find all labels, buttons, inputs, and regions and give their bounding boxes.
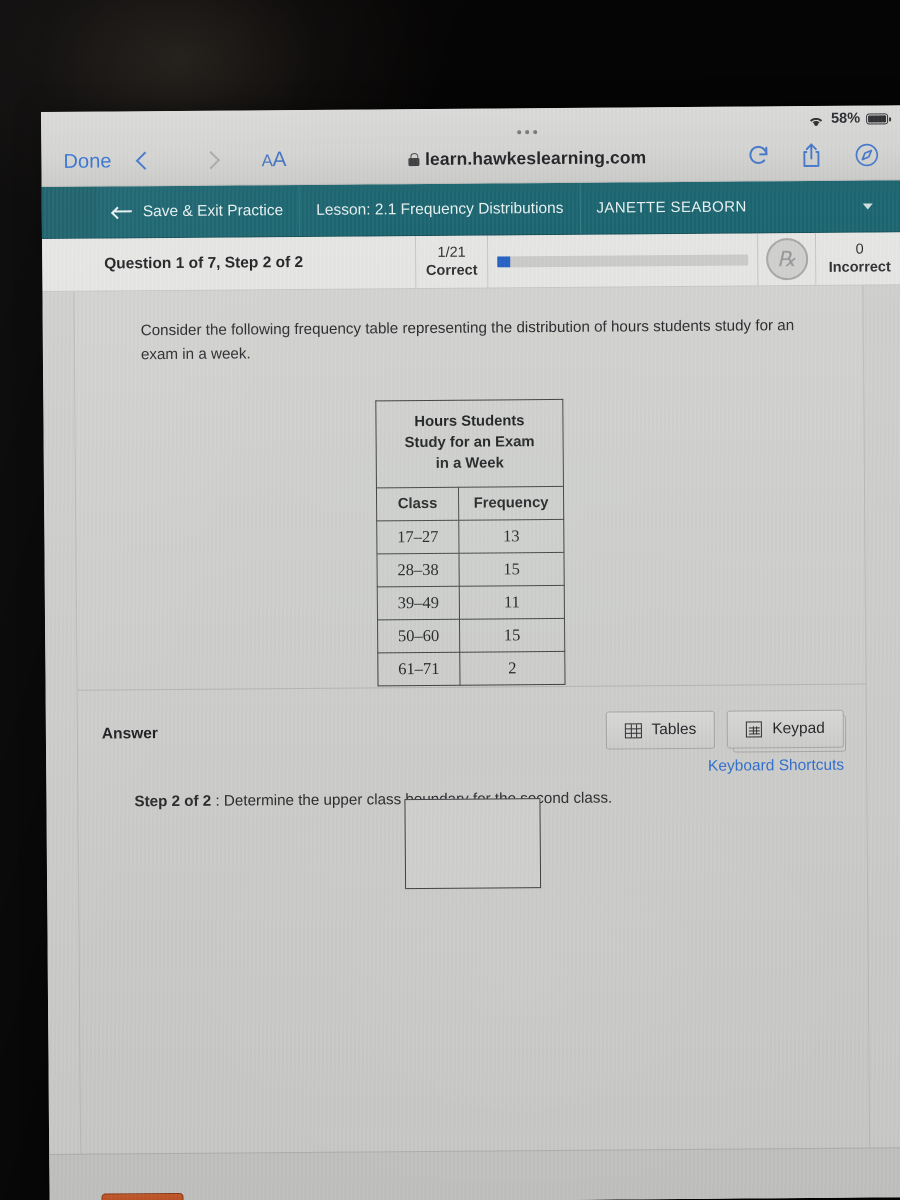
avatar-container: ℞ bbox=[756, 232, 816, 286]
question-step-title: Question 1 of 7, Step 2 of 2 bbox=[104, 253, 304, 273]
cell-class: 61–71 bbox=[377, 652, 461, 686]
keypad-button[interactable]: Keypad bbox=[727, 709, 845, 749]
ellipsis-icon bbox=[516, 129, 537, 134]
battery-icon bbox=[866, 112, 889, 125]
frequency-table-wrapper: Hours Students Study for an Exam in a We… bbox=[75, 397, 865, 689]
reload-icon[interactable] bbox=[746, 143, 770, 169]
text-size-small-a: A bbox=[261, 151, 273, 171]
app-navigation-bar: Save & Exit Practice Lesson: 2.1 Frequen… bbox=[41, 180, 900, 239]
question-progress-header: Question 1 of 7, Step 2 of 2 1/21 Correc… bbox=[41, 232, 900, 292]
url-text: learn.hawkeslearning.com bbox=[424, 146, 647, 169]
answer-tools: Tables Keypad Keyboard Shortcuts bbox=[605, 709, 845, 777]
user-menu[interactable]: JANETTE SEABORN bbox=[580, 180, 900, 234]
cell-frequency: 15 bbox=[458, 552, 565, 587]
incorrect-label: Incorrect bbox=[828, 259, 891, 276]
answer-tool-buttons: Tables Keypad bbox=[605, 709, 845, 750]
ios-status-bar: 58% bbox=[808, 110, 889, 127]
user-name-label: JANETTE SEABORN bbox=[596, 198, 747, 217]
grid-icon bbox=[624, 722, 642, 738]
avatar: ℞ bbox=[765, 237, 808, 281]
done-button[interactable]: Done bbox=[63, 150, 111, 173]
tablet-screen: 58% Done AA learn.hawkeslearning.com Sav… bbox=[41, 105, 900, 1200]
cell-frequency: 11 bbox=[459, 585, 565, 620]
answer-input-wrapper bbox=[78, 796, 867, 892]
frequency-table: Hours Students Study for an Exam in a We… bbox=[375, 399, 566, 686]
chevron-down-icon bbox=[862, 202, 873, 210]
browser-nav-row: Done AA learn.hawkeslearning.com bbox=[41, 129, 900, 186]
keypad-icon bbox=[746, 721, 763, 738]
answer-section-header: Answer Tables Keypad Keyboard Shortcuts bbox=[78, 684, 867, 781]
photo-of-tablet: 58% Done AA learn.hawkeslearning.com Sav… bbox=[0, 0, 900, 1200]
lesson-title: Lesson: 2.1 Frequency Distributions bbox=[300, 182, 581, 236]
share-icon[interactable] bbox=[800, 143, 824, 169]
content-card: Consider the following frequency table r… bbox=[73, 285, 871, 1200]
incorrect-counter: 0 Incorrect bbox=[814, 232, 900, 285]
progress-bar-container bbox=[486, 233, 758, 288]
table-caption-line-1: Hours Students bbox=[414, 413, 525, 431]
progress-track bbox=[497, 253, 749, 267]
cell-frequency: 2 bbox=[459, 651, 566, 686]
table-caption-line-3: in a Week bbox=[435, 455, 504, 473]
safari-browser-bar: 58% Done AA learn.hawkeslearning.com bbox=[41, 105, 900, 187]
table-caption: Hours Students Study for an Exam in a We… bbox=[375, 399, 564, 489]
answer-label: Answer bbox=[101, 725, 158, 743]
save-exit-label: Save & Exit Practice bbox=[142, 201, 284, 220]
cell-frequency: 13 bbox=[458, 519, 564, 554]
keypad-label: Keypad bbox=[772, 719, 825, 738]
arrow-left-icon bbox=[113, 206, 132, 217]
forward-icon bbox=[200, 149, 224, 173]
correct-label: Correct bbox=[425, 262, 478, 279]
table-header-row: Class Frequency bbox=[376, 486, 564, 522]
wifi-icon bbox=[808, 112, 826, 126]
cell-class: 39–49 bbox=[377, 586, 460, 620]
cell-class: 50–60 bbox=[377, 619, 460, 653]
progress-fill bbox=[497, 255, 510, 267]
question-prompt: Consider the following frequency table r… bbox=[140, 317, 795, 363]
browser-right-icons bbox=[746, 142, 879, 169]
cell-class: 17–27 bbox=[376, 520, 459, 554]
table-row: 61–71 2 bbox=[377, 651, 566, 686]
correct-count: 1/21 bbox=[437, 244, 466, 261]
address-bar[interactable]: learn.hawkeslearning.com bbox=[308, 129, 747, 170]
correct-counter: 1/21 Correct bbox=[414, 235, 488, 289]
compass-icon[interactable] bbox=[854, 142, 879, 168]
lesson-label: Lesson: 2.1 Frequency Distributions bbox=[316, 199, 564, 219]
table-caption-row: Hours Students Study for an Exam in a We… bbox=[375, 399, 564, 489]
frequency-table-body: 17–27 13 28–38 15 39–49 11 50–60 15 61–7… bbox=[376, 519, 566, 686]
text-size-button[interactable]: AA bbox=[262, 148, 287, 172]
save-and-exit-practice-button[interactable]: Save & Exit Practice bbox=[96, 184, 301, 238]
table-row: 50–60 15 bbox=[377, 618, 565, 653]
table-row: 17–27 13 bbox=[376, 519, 564, 554]
answer-input[interactable] bbox=[404, 798, 542, 890]
table-caption-line-2: Study for an Exam bbox=[404, 434, 535, 452]
keyboard-shortcuts-link[interactable]: Keyboard Shortcuts bbox=[606, 757, 845, 777]
cell-frequency: 15 bbox=[459, 618, 565, 653]
cell-class: 28–38 bbox=[376, 553, 460, 587]
lock-icon bbox=[408, 153, 419, 166]
nav-left-spacer bbox=[41, 186, 97, 238]
bottom-strip bbox=[49, 1147, 900, 1200]
column-header-frequency: Frequency bbox=[458, 486, 564, 521]
tables-label: Tables bbox=[651, 720, 697, 739]
back-icon[interactable] bbox=[132, 149, 156, 173]
submit-button[interactable] bbox=[101, 1192, 184, 1200]
page-body: Consider the following frequency table r… bbox=[42, 285, 900, 1200]
tables-button[interactable]: Tables bbox=[605, 710, 716, 750]
table-row: 39–49 11 bbox=[377, 585, 565, 620]
text-size-large-a: A bbox=[272, 148, 287, 172]
table-row: 28–38 15 bbox=[376, 552, 565, 587]
battery-percent-label: 58% bbox=[830, 110, 861, 127]
incorrect-count: 0 bbox=[855, 241, 864, 258]
column-header-class: Class bbox=[376, 487, 459, 522]
